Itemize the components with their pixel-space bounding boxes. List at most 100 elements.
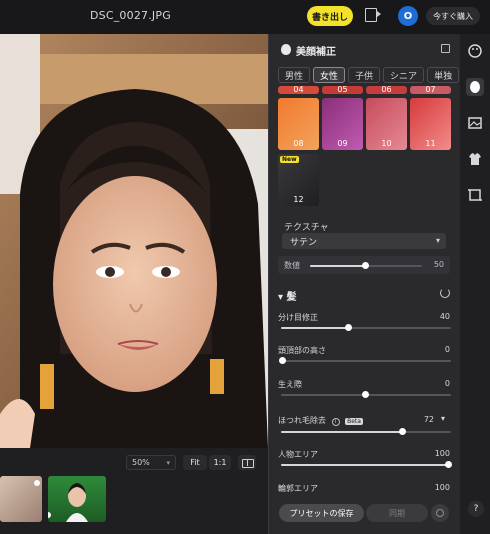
zoom-value: 50% bbox=[132, 458, 150, 467]
tab-male[interactable]: 男性 bbox=[278, 67, 311, 83]
avatar[interactable]: O bbox=[398, 6, 418, 26]
chevron-down-icon: ▾ bbox=[435, 236, 440, 245]
chevron-down-icon: ▾ bbox=[166, 459, 170, 467]
buy-now-button[interactable]: 今すぐ購入 bbox=[426, 7, 480, 25]
amount-value: 50 bbox=[433, 260, 444, 269]
slider-fill bbox=[281, 327, 349, 329]
beta-badge: Beta bbox=[345, 418, 363, 425]
swatch-partial-05[interactable]: 05 bbox=[322, 86, 363, 94]
tab-female[interactable]: 女性 bbox=[313, 67, 346, 83]
swatch-09[interactable]: 09 bbox=[322, 98, 363, 150]
amount-label: 数値 bbox=[284, 261, 300, 270]
image-tool-icon[interactable] bbox=[466, 114, 484, 132]
chevron-down-icon[interactable]: ▾ bbox=[441, 414, 445, 423]
swatch-label: 09 bbox=[337, 139, 348, 148]
expand-icon[interactable] bbox=[441, 44, 450, 53]
swatch-label: 04 bbox=[293, 86, 304, 94]
beauty-panel: 美顔補正 男性 女性 子供 シニア 単独 04 05 06 07 08 09 1… bbox=[268, 34, 461, 534]
help-button[interactable]: ? bbox=[468, 501, 484, 517]
swatch-label: 12 bbox=[293, 195, 304, 204]
crop-icon[interactable] bbox=[466, 186, 484, 204]
person-area-value: 100 bbox=[434, 449, 450, 458]
swatch-08[interactable]: 08 bbox=[278, 98, 319, 150]
check-icon bbox=[34, 480, 40, 486]
amount-row: 数値 50 bbox=[278, 256, 450, 274]
person-area-label: 人物エリア bbox=[278, 450, 318, 459]
part-fix-label: 分け目修正 bbox=[278, 313, 318, 322]
face-tool-icon[interactable] bbox=[466, 78, 484, 96]
contour-area-value: 100 bbox=[434, 483, 450, 492]
flyaway-slider[interactable] bbox=[281, 428, 451, 435]
texture-control: テクスチャ サテン ▾ bbox=[278, 215, 450, 253]
amount-slider[interactable] bbox=[310, 262, 422, 269]
crown-height-label: 頭頂部の高さ bbox=[278, 346, 326, 355]
info-icon[interactable]: i bbox=[331, 418, 340, 426]
hairline-label: 生え際 bbox=[278, 380, 302, 389]
reset-icon[interactable] bbox=[440, 288, 450, 298]
crown-height-slider[interactable] bbox=[279, 357, 451, 364]
age-gender-tabs: 男性 女性 子供 シニア 単独 bbox=[278, 67, 460, 83]
panel-title: 美顔補正 bbox=[296, 47, 336, 58]
swatch-label: 07 bbox=[425, 86, 436, 94]
compare-view-icon[interactable] bbox=[238, 455, 256, 470]
palette-icon[interactable] bbox=[466, 42, 484, 60]
swatch-12[interactable]: New 12 bbox=[278, 154, 319, 206]
swatch-label: 06 bbox=[381, 86, 392, 94]
new-badge: New bbox=[280, 156, 299, 163]
swatch-10[interactable]: 10 bbox=[366, 98, 407, 150]
sync-settings-icon[interactable] bbox=[431, 504, 449, 522]
one-to-one-button[interactable]: 1:1 bbox=[209, 455, 231, 470]
hairline-slider[interactable] bbox=[281, 391, 451, 398]
thumbnail-1[interactable] bbox=[0, 476, 42, 522]
slider-knob[interactable] bbox=[362, 391, 369, 398]
tab-child[interactable]: 子供 bbox=[348, 67, 381, 83]
panel-footer: プリセットの保存 同期 bbox=[269, 498, 461, 534]
slider-knob[interactable] bbox=[445, 461, 452, 468]
hair-section-title[interactable]: ▾ 髪 bbox=[278, 288, 297, 303]
slider-fill bbox=[281, 464, 451, 466]
photo-canvas[interactable] bbox=[0, 34, 268, 448]
zoom-select[interactable]: 50% ▾ bbox=[126, 455, 176, 470]
face-icon bbox=[281, 44, 291, 55]
tab-senior[interactable]: シニア bbox=[383, 67, 425, 83]
contour-area-label: 輪郭エリア bbox=[278, 484, 318, 493]
crown-height-value: 0 bbox=[444, 345, 450, 354]
clothing-icon[interactable] bbox=[466, 150, 484, 168]
portrait-image bbox=[0, 34, 268, 448]
slider-knob[interactable] bbox=[399, 428, 406, 435]
file-name: DSC_0027.JPG bbox=[90, 9, 171, 22]
slider-knob[interactable] bbox=[279, 357, 286, 364]
export-button[interactable]: 書き出し bbox=[307, 6, 353, 26]
save-preset-button[interactable]: プリセットの保存 bbox=[279, 504, 364, 522]
fit-button[interactable]: Fit bbox=[183, 455, 207, 470]
swatch-label: 05 bbox=[337, 86, 348, 94]
slider-fill bbox=[281, 431, 403, 433]
texture-value: サテン bbox=[290, 237, 318, 248]
tool-rail bbox=[460, 34, 490, 534]
swatch-label: 10 bbox=[381, 139, 392, 148]
texture-label: テクスチャ bbox=[284, 223, 329, 233]
swatch-label: 11 bbox=[425, 139, 436, 148]
swatch-partial-07[interactable]: 07 bbox=[410, 86, 451, 94]
panel-header: 美顔補正 bbox=[269, 34, 461, 64]
texture-select[interactable]: サテン ▾ bbox=[282, 233, 446, 249]
section-label: 髪 bbox=[286, 292, 297, 303]
top-bar: DSC_0027.JPG 書き出し O 今すぐ購入 bbox=[0, 0, 490, 34]
sync-button[interactable]: 同期 bbox=[366, 504, 428, 522]
slider-knob[interactable] bbox=[362, 262, 369, 269]
flyaway-value: 72 bbox=[423, 415, 434, 424]
person-area-slider[interactable] bbox=[281, 461, 452, 468]
hairline-value: 0 bbox=[444, 379, 450, 388]
swatch-partial-06[interactable]: 06 bbox=[366, 86, 407, 94]
swatch-label: 08 bbox=[293, 139, 304, 148]
part-fix-slider[interactable] bbox=[281, 324, 451, 331]
tab-single[interactable]: 単独 bbox=[427, 67, 460, 83]
swatch-11[interactable]: 11 bbox=[410, 98, 451, 150]
slider-fill bbox=[310, 265, 366, 267]
thumbnail-2[interactable] bbox=[48, 476, 106, 522]
slider-knob[interactable] bbox=[345, 324, 352, 331]
share-icon[interactable] bbox=[365, 8, 377, 22]
flyaway-label: ほつれ毛除去 i Beta bbox=[278, 415, 363, 426]
chevron-down-icon: ▾ bbox=[278, 292, 284, 303]
swatch-partial-04[interactable]: 04 bbox=[278, 86, 319, 94]
